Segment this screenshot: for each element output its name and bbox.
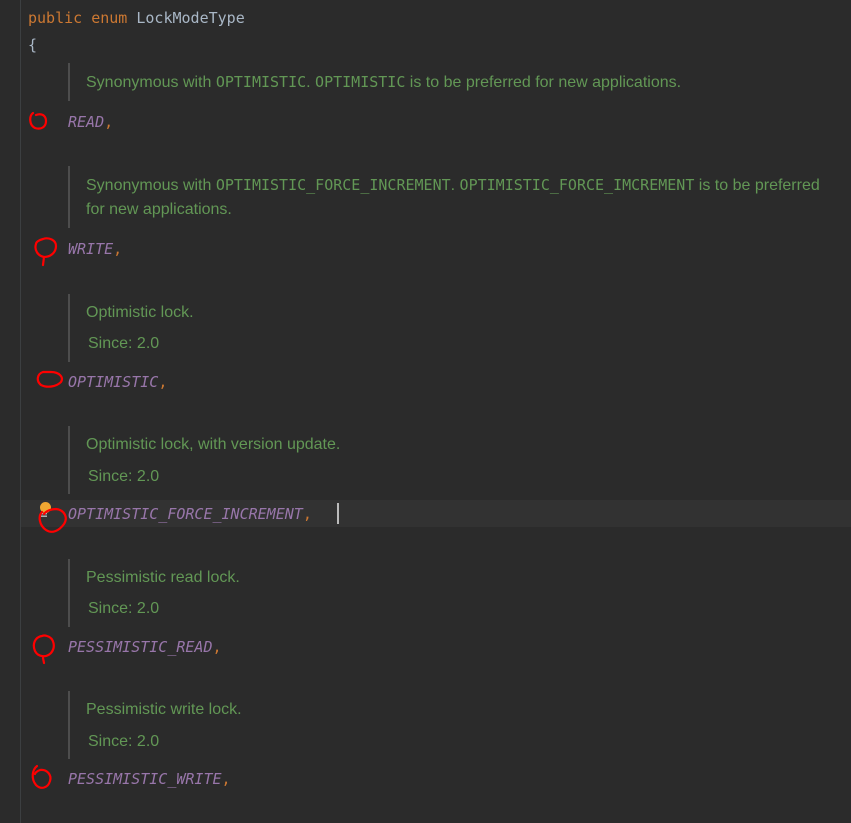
constant-name: OPTIMISTIC xyxy=(68,373,159,391)
doc-code-ref[interactable]: OPTIMISTIC_FORCE_IMCREMENT xyxy=(460,176,695,194)
enum-constant-write[interactable]: WRITE, xyxy=(68,239,122,259)
separator: , xyxy=(158,373,168,391)
doc-comment-pessimistic-write: Pessimistic write lock. xyxy=(86,701,242,718)
doc-comment-pessimistic-read: Pessimistic read lock. xyxy=(86,569,240,586)
constant-name: READ xyxy=(68,113,105,131)
text-caret xyxy=(337,503,339,524)
red-circle-annotation-icon xyxy=(34,237,58,267)
constant-name: PESSIMISTIC_WRITE xyxy=(68,770,222,788)
enum-declaration[interactable]: public enum LockModeType xyxy=(28,8,245,28)
separator: , xyxy=(104,113,114,131)
red-circle-annotation-icon xyxy=(32,634,55,665)
enum-constant-pessimistic-read[interactable]: PESSIMISTIC_READ, xyxy=(68,637,222,657)
doc-bar xyxy=(68,691,70,759)
doc-code-ref[interactable]: OPTIMISTIC xyxy=(216,73,306,91)
doc-text: Synonymous with xyxy=(86,177,216,194)
doc-since: Since: 2.0 xyxy=(88,600,160,617)
separator: , xyxy=(113,240,123,258)
separator: , xyxy=(221,770,231,788)
enum-constant-pessimistic-write[interactable]: PESSIMISTIC_WRITE, xyxy=(68,769,231,789)
enum-name: LockModeType xyxy=(136,9,245,27)
red-circle-annotation-icon xyxy=(36,370,63,388)
doc-since: Since: 2.0 xyxy=(88,335,160,352)
doc-comment-optimistic-force-increment: Optimistic lock, with version update. xyxy=(86,436,341,453)
doc-since: Since: 2.0 xyxy=(88,733,160,750)
doc-text: Synonymous with xyxy=(86,74,216,91)
doc-bar xyxy=(68,559,70,627)
separator: , xyxy=(302,505,312,523)
doc-bar xyxy=(68,166,70,228)
constant-name: OPTIMISTIC_FORCE_INCREMENT xyxy=(68,505,303,523)
constant-name: WRITE xyxy=(68,240,114,258)
doc-bar xyxy=(68,294,70,362)
red-circle-annotation-icon xyxy=(29,111,48,130)
gutter-divider xyxy=(20,0,21,823)
constant-name: PESSIMISTIC_READ xyxy=(68,638,213,656)
red-circle-annotation-icon xyxy=(38,507,67,533)
doc-code-ref[interactable]: OPTIMISTIC xyxy=(315,73,405,91)
doc-comment-optimistic: Optimistic lock. xyxy=(86,304,194,321)
doc-bar xyxy=(68,426,70,494)
doc-comment-write: Synonymous with OPTIMISTIC_FORCE_INCREME… xyxy=(86,173,831,222)
open-brace: { xyxy=(28,36,38,54)
red-circle-annotation-icon xyxy=(31,764,52,789)
separator: , xyxy=(212,638,222,656)
enum-constant-optimistic[interactable]: OPTIMISTIC, xyxy=(68,372,167,392)
keyword-public: public xyxy=(28,9,83,27)
doc-text: is to be preferred for new applications. xyxy=(405,74,682,91)
code-editor[interactable]: public enum LockModeType { Synonymous wi… xyxy=(0,0,851,823)
keyword-enum: enum xyxy=(91,9,128,27)
doc-bar xyxy=(68,63,70,101)
doc-text: . xyxy=(450,177,460,194)
enum-constant-read[interactable]: READ, xyxy=(68,112,113,132)
doc-text: . xyxy=(306,74,316,91)
doc-code-ref[interactable]: OPTIMISTIC_FORCE_INCREMENT xyxy=(216,176,451,194)
doc-comment-read: Synonymous with OPTIMISTIC. OPTIMISTIC i… xyxy=(86,70,836,95)
enum-constant-optimistic-force-increment[interactable]: OPTIMISTIC_FORCE_INCREMENT, xyxy=(68,504,312,524)
doc-since: Since: 2.0 xyxy=(88,468,160,485)
